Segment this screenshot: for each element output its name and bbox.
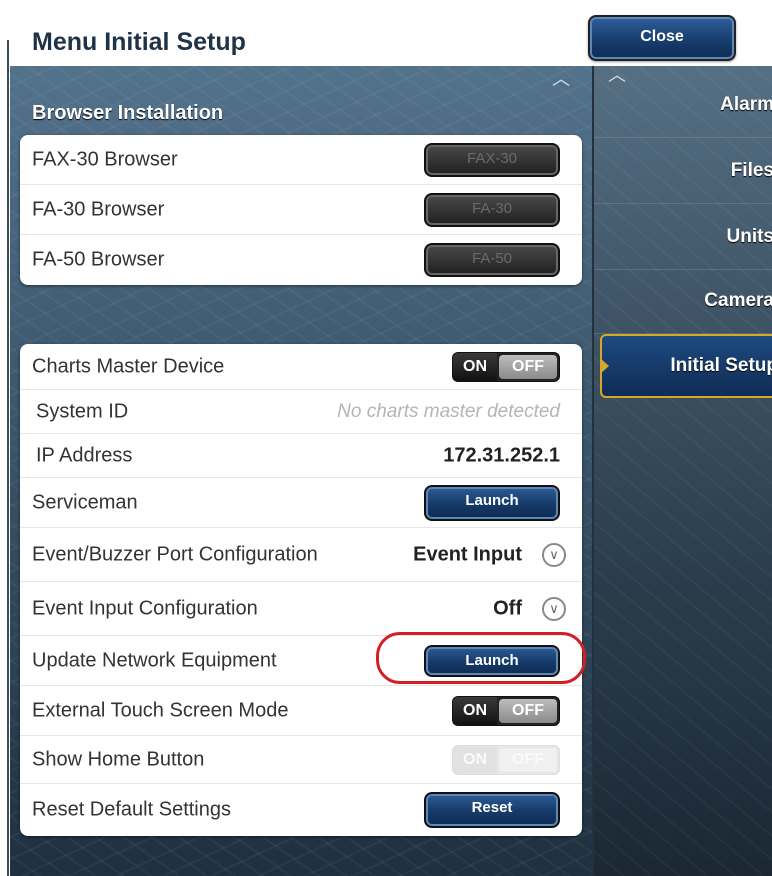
- ip-address-value: 172.31.252.1: [443, 444, 560, 466]
- event-input-config-value[interactable]: Off: [493, 597, 522, 620]
- sidebar-item-label: Initial Setup: [670, 355, 772, 376]
- row-label: Update Network Equipment: [32, 649, 277, 671]
- chevron-down-icon[interactable]: ∨: [542, 596, 566, 621]
- system-id-value: No charts master detected: [337, 400, 560, 422]
- list-item-charts-master: Charts Master Device ON OFF: [20, 344, 582, 390]
- page-title: Menu Initial Setup: [32, 28, 246, 56]
- row-label: FA-30 Browser: [32, 198, 165, 220]
- list-item-event-buzzer-port[interactable]: Event/Buzzer Port Configuration Event In…: [20, 528, 582, 582]
- settings-panel: ︿ Browser Installation FAX-30 Browser FA…: [10, 66, 592, 876]
- list-item-ip-address: IP Address 172.31.252.1: [20, 434, 582, 478]
- toggle-on-label: ON: [453, 352, 497, 381]
- touch-screen-mode-toggle[interactable]: ON OFF: [452, 695, 560, 726]
- toggle-on-label: ON: [453, 696, 497, 725]
- row-label: FAX-30 Browser: [32, 148, 178, 170]
- sidebar-item-label: Alarm: [720, 93, 772, 115]
- list-item-serviceman: Serviceman Launch: [20, 478, 582, 528]
- serviceman-launch-button[interactable]: Launch: [424, 484, 560, 521]
- list-item-event-input-config[interactable]: Event Input Configuration Off ∨: [20, 582, 582, 636]
- sidebar-item-units[interactable]: Units: [594, 204, 772, 270]
- list-item-fa50-browser: FA-50 Browser FA-50: [20, 235, 582, 285]
- row-label: IP Address: [36, 444, 133, 466]
- left-edge: [0, 0, 10, 876]
- toggle-on-label: ON: [453, 745, 497, 774]
- list-item-fax30-browser: FAX-30 Browser FAX-30: [20, 135, 582, 185]
- fa50-browser-button[interactable]: FA-50: [424, 243, 560, 277]
- browser-installation-card: FAX-30 Browser FAX-30 FA-30 Browser FA-3…: [20, 135, 582, 285]
- sidebar-item-label: Units: [726, 225, 772, 247]
- row-label: FA-50 Browser: [32, 248, 165, 271]
- toggle-off-label: OFF: [499, 354, 557, 379]
- toggle-off-label: OFF: [499, 698, 557, 723]
- row-label: Reset Default Settings: [32, 798, 231, 821]
- sidebar-item-label: Camera: [704, 289, 772, 311]
- list-item-system-id: System ID No charts master detected: [20, 390, 582, 434]
- sidebar-item-initial-setup[interactable]: Initial Setup: [600, 334, 772, 398]
- scroll-up-chevron-icon[interactable]: ︿: [552, 70, 570, 88]
- sidebar-item-camera[interactable]: Camera: [594, 268, 772, 334]
- row-label: Event/Buzzer Port Configuration: [32, 543, 318, 565]
- list-item-fa30-browser: FA-30 Browser FA-30: [20, 185, 582, 235]
- list-item-touch-screen-mode: External Touch Screen Mode ON OFF: [20, 686, 582, 736]
- row-label: Serviceman: [32, 491, 138, 513]
- row-label: System ID: [36, 400, 129, 422]
- event-buzzer-port-value[interactable]: Event Input: [413, 543, 522, 566]
- sidebar-item-alarm[interactable]: Alarm: [594, 72, 772, 138]
- sidebar-item-files[interactable]: Files: [594, 138, 772, 204]
- highlight-annotation: [376, 632, 586, 684]
- fa30-browser-button[interactable]: FA-30: [424, 192, 560, 227]
- browser-installation-heading: Browser Installation: [32, 102, 224, 124]
- list-item-show-home-button: Show Home Button ON OFF: [20, 736, 582, 784]
- sidebar-item-label: Files: [730, 159, 772, 181]
- row-label: External Touch Screen Mode: [32, 699, 289, 721]
- close-button[interactable]: Close: [588, 15, 736, 61]
- charts-master-toggle[interactable]: ON OFF: [452, 351, 560, 382]
- row-label: Event Input Configuration: [32, 597, 258, 619]
- settings-card: Charts Master Device ON OFF System ID No…: [20, 344, 582, 836]
- selection-arrow-icon: [600, 358, 609, 374]
- reset-button[interactable]: Reset: [424, 792, 560, 828]
- row-label: Charts Master Device: [32, 355, 225, 377]
- show-home-button-toggle[interactable]: ON OFF: [452, 744, 560, 775]
- header: Menu Initial Setup Close: [0, 0, 772, 66]
- list-item-reset-defaults: Reset Default Settings Reset: [20, 784, 582, 836]
- row-label: Show Home Button: [32, 748, 205, 770]
- chevron-down-icon[interactable]: ∨: [542, 542, 566, 567]
- sidebar: ︿ Alarm Files Units Camera Initial Setup: [592, 66, 772, 876]
- toggle-off-label: OFF: [499, 747, 557, 772]
- fax30-browser-button[interactable]: FAX-30: [424, 142, 560, 177]
